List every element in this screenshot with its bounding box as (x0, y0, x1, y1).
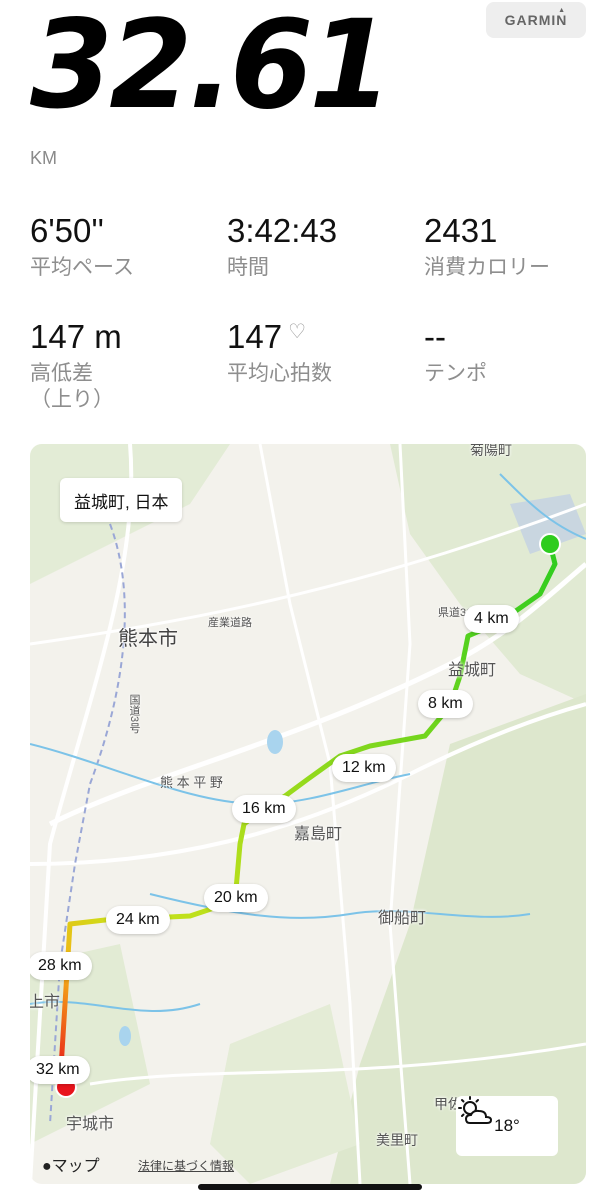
stat-value: -- (424, 318, 446, 355)
stat-value: 147 (227, 318, 283, 355)
distance-unit: KM (30, 148, 57, 168)
stat-value: 147 m (30, 318, 122, 355)
place-label: 嘉島町 (294, 826, 343, 843)
home-indicator[interactable] (198, 1184, 422, 1190)
stat-calories: 2431 消費カロリー (424, 214, 614, 281)
stat-value-row: 147 ♡ (227, 320, 417, 353)
stat-label: 消費カロリー (424, 256, 550, 279)
place-label: 益城町 (448, 662, 497, 679)
partly-cloudy-sun-icon (458, 1096, 493, 1124)
km-marker: 32 km (30, 1056, 90, 1084)
garmin-badge[interactable]: GARMIN ▲ (486, 2, 586, 38)
stat-value: 2431 (424, 212, 498, 249)
stat-value: 6'50'' (30, 212, 104, 249)
place-label: 菊陽町 (470, 444, 512, 458)
km-marker: 24 km (106, 906, 170, 934)
route-map[interactable]: 菊陽町 熊本市 産業道路 国道3号 県道36号 益城町 熊 本 平 野 嘉島町 … (30, 444, 586, 1184)
road-label: 産業道路 (208, 617, 252, 629)
stat-avg-pace: 6'50'' 平均ペース (30, 214, 220, 281)
apple-logo-icon: ● (42, 1158, 52, 1175)
heart-outline-icon: ♡ (288, 321, 306, 343)
stat-label: 平均心拍数 (227, 362, 332, 385)
place-label-city: 熊本市 (118, 628, 178, 650)
km-marker: 20 km (204, 884, 268, 912)
stat-avg-heart-rate: 147 ♡ 平均心拍数 (227, 320, 417, 387)
garmin-brand-label: GARMIN (504, 12, 568, 28)
weather-temperature: 18° (494, 1116, 520, 1135)
attribution-label: マップ (51, 1158, 100, 1175)
place-label: 上市 (30, 994, 61, 1011)
place-label: 宇城市 (66, 1116, 115, 1133)
garmin-triangle-icon: ▲ (558, 7, 566, 14)
place-label: 熊 本 平 野 (160, 775, 223, 790)
km-marker: 4 km (464, 605, 519, 633)
map-canvas (30, 444, 586, 1184)
km-marker: 28 km (30, 952, 92, 980)
place-label: 美里町 (376, 1132, 418, 1148)
apple-maps-attribution[interactable]: ●マップ (42, 1152, 100, 1176)
stat-label: 平均ペース (30, 256, 134, 279)
km-marker: 16 km (232, 795, 296, 823)
weather-widget: 18° (456, 1096, 558, 1156)
distance-value: 32.61 (30, 0, 393, 136)
stat-label: 時間 (227, 256, 269, 279)
stat-value: 3:42:43 (227, 212, 338, 249)
stat-elevation-gain: 147 m 高低差 （上り） (30, 320, 220, 414)
stat-label: テンポ (424, 362, 487, 385)
location-chip[interactable]: 益城町, 日本 (60, 478, 183, 522)
km-marker: 12 km (332, 754, 396, 782)
legal-info-link[interactable]: 法律に基づく情報 (138, 1157, 234, 1174)
stat-cadence: -- テンポ (424, 320, 614, 387)
km-marker: 8 km (418, 690, 473, 718)
stat-time: 3:42:43 時間 (227, 214, 417, 281)
road-label: 国道3号 (128, 694, 140, 734)
place-label: 御船町 (378, 910, 427, 927)
stat-label: 高低差 （上り） (30, 362, 114, 412)
